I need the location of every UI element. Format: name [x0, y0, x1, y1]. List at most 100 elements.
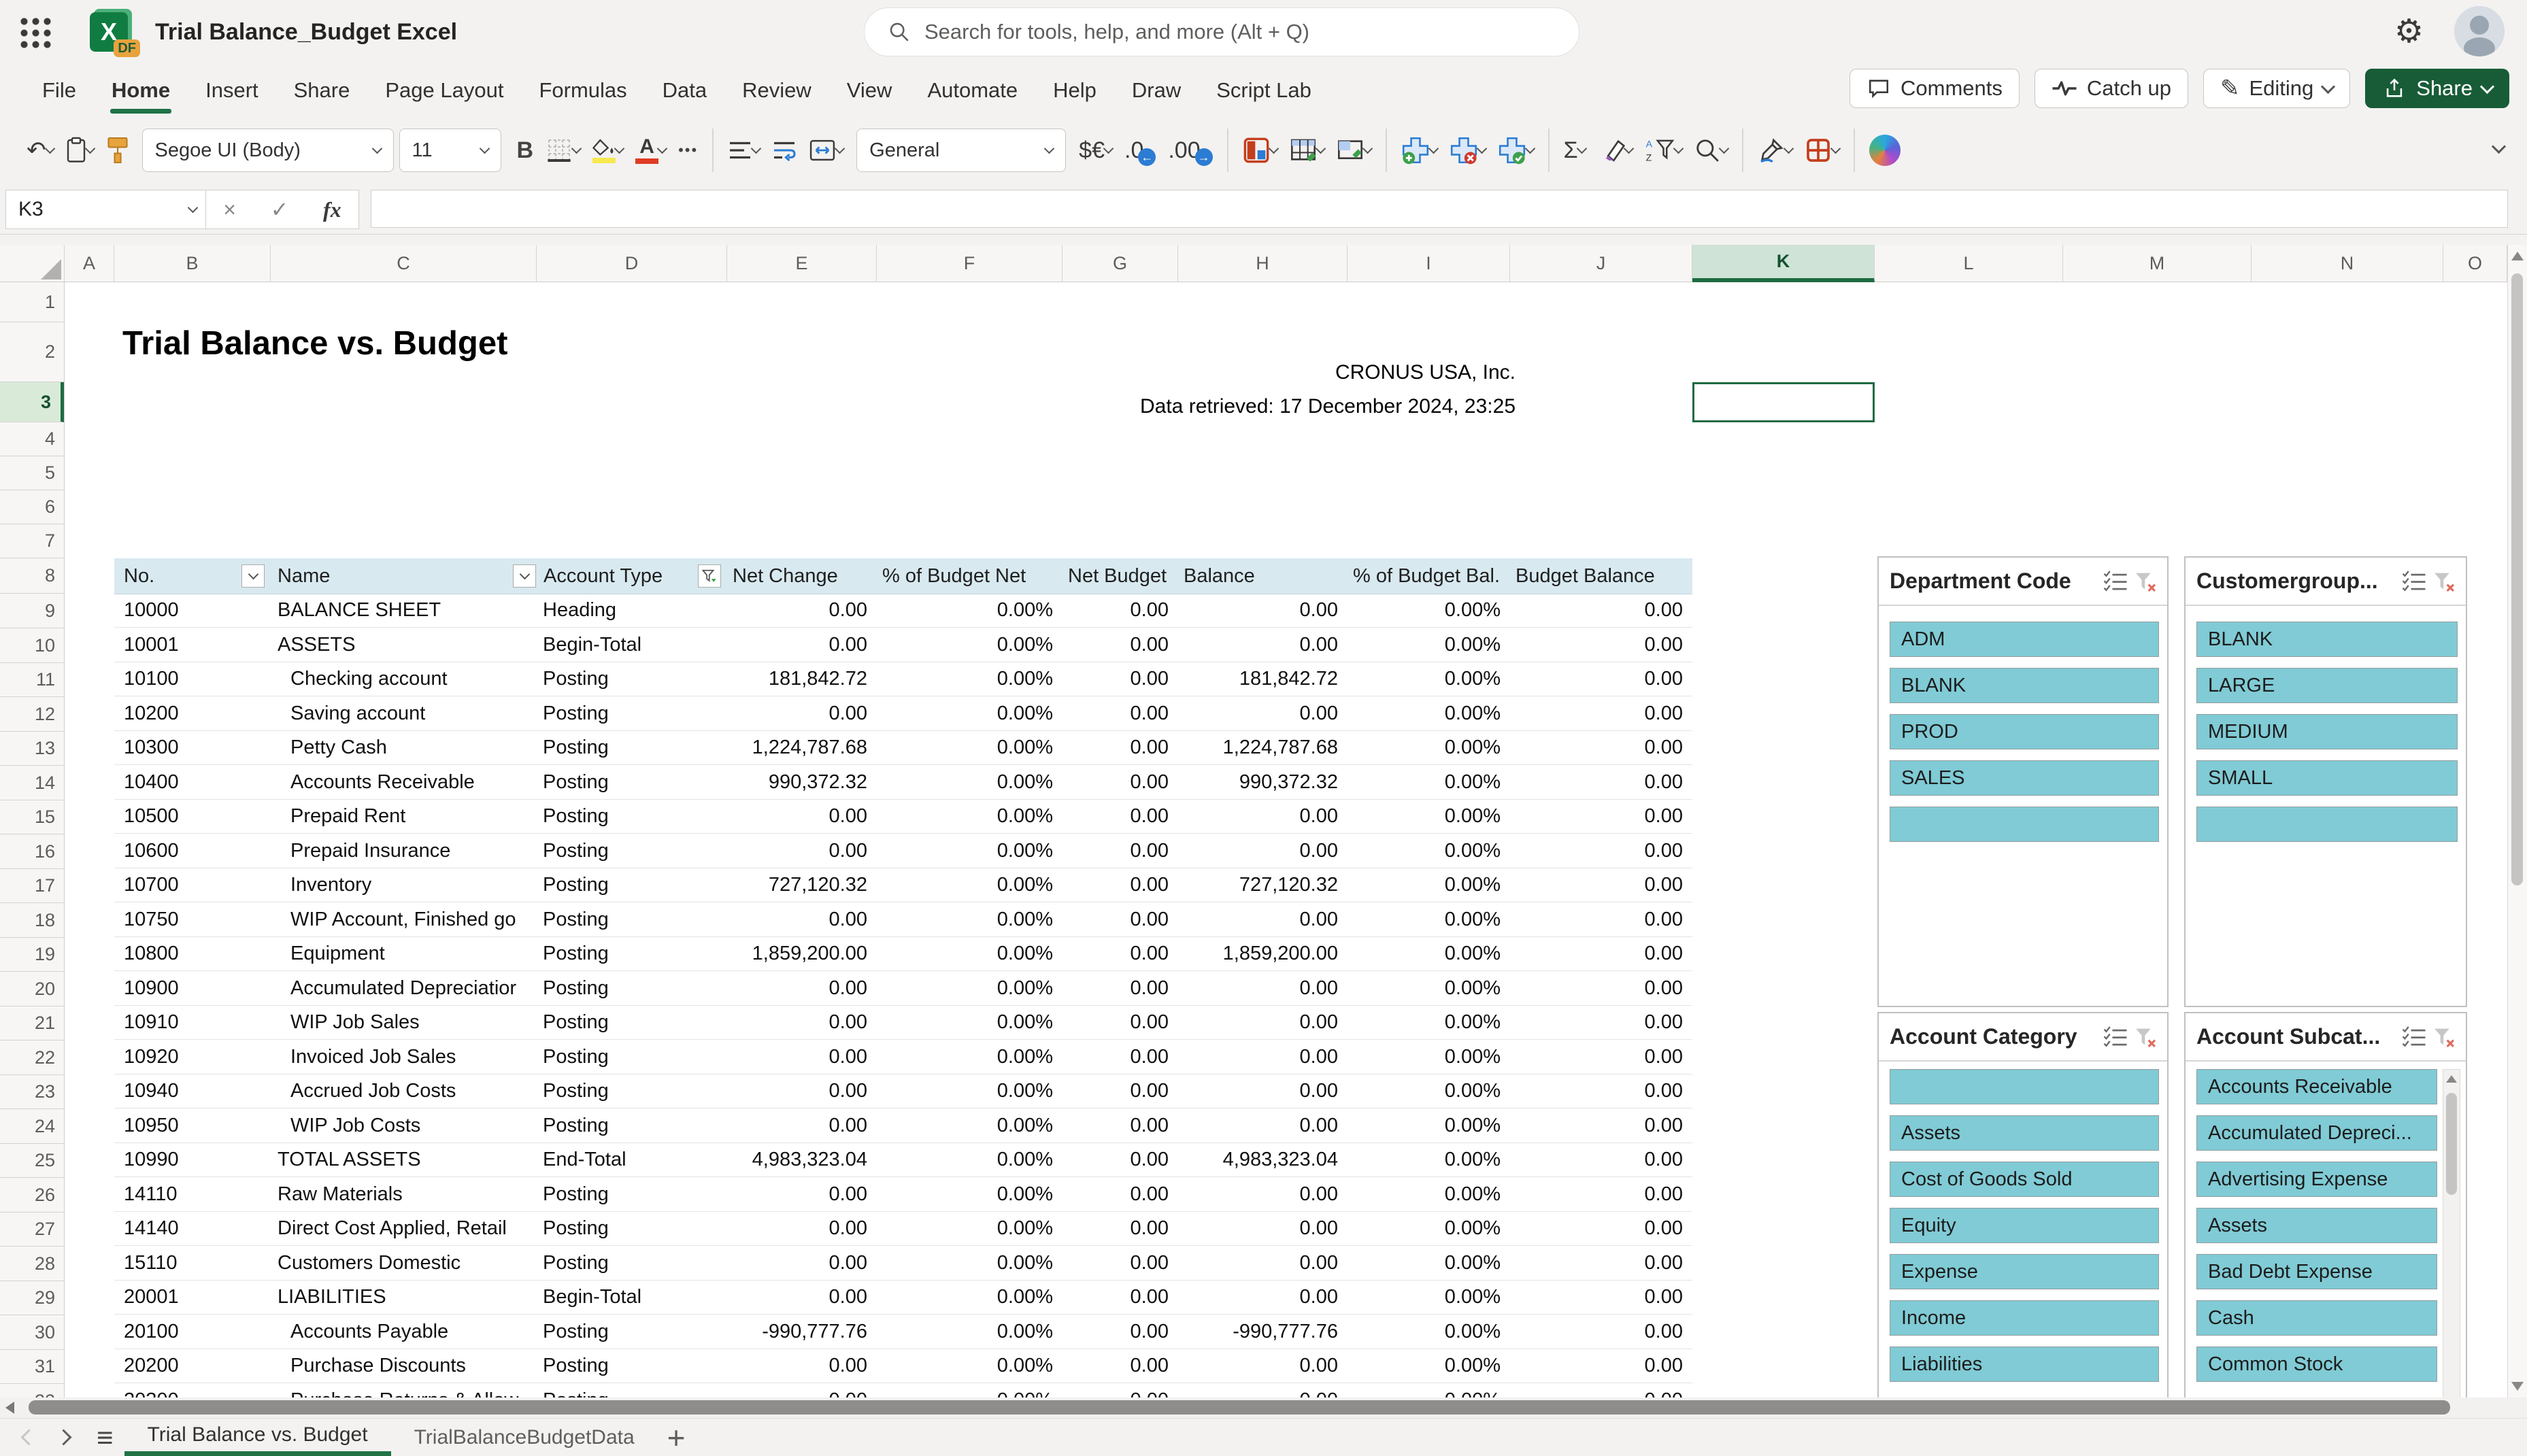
cell-balance[interactable]: 4,983,323.04 [1178, 1143, 1348, 1176]
column-header-A[interactable]: A [65, 245, 114, 282]
row-header-12[interactable]: 12 [0, 697, 64, 732]
scroll-up-icon[interactable] [2511, 252, 2524, 260]
font-color-button[interactable]: A [629, 126, 672, 174]
column-header-F[interactable]: F [877, 245, 1062, 282]
cell-net-change[interactable]: 0.00 [727, 1247, 877, 1280]
catch-up-button[interactable]: Catch up [2034, 69, 2188, 108]
sheet-tab-trial-balance-vs-budget[interactable]: Trial Balance vs. Budget [124, 1419, 391, 1456]
row-header-3[interactable]: 3 [0, 382, 64, 422]
cell-net-budget[interactable]: 0.00 [1062, 1281, 1178, 1314]
menu-tab-review[interactable]: Review [724, 69, 829, 112]
sheet-cells[interactable]: Trial Balance vs. Budget CRONUS USA, Inc… [65, 282, 2507, 1398]
cell-balance[interactable]: 181,842.72 [1178, 662, 1348, 696]
menu-tab-help[interactable]: Help [1035, 69, 1114, 112]
slicer-scroll-thumb[interactable] [2446, 1093, 2457, 1195]
slicer-item-blank[interactable] [2196, 807, 2458, 842]
cell-budget-balance[interactable]: 0.00 [1510, 1040, 1692, 1074]
menu-tab-page-layout[interactable]: Page Layout [367, 69, 521, 112]
cell-pct-of-budget-bal[interactable]: 0.00% [1348, 834, 1510, 868]
column-header-L[interactable]: L [1875, 245, 2063, 282]
cell-account-type[interactable]: Posting [537, 1247, 727, 1280]
cell-name[interactable]: WIP Account, Finished go [271, 903, 537, 936]
cell-pct-of-budget-net[interactable]: 0.00% [877, 800, 1062, 833]
cell-budget-balance[interactable]: 0.00 [1510, 937, 1692, 970]
column-header-J[interactable]: J [1510, 245, 1692, 282]
cell-pct-of-budget-net[interactable]: 0.00% [877, 1212, 1062, 1245]
cell-pct-of-budget-net[interactable]: 0.00% [877, 1109, 1062, 1142]
slicer-item-small[interactable]: SMALL [2196, 760, 2458, 796]
cell-balance[interactable]: 727,120.32 [1178, 868, 1348, 902]
cell-name[interactable]: Direct Cost Applied, Retail [271, 1212, 537, 1245]
menu-tab-file[interactable]: File [24, 69, 94, 112]
column-header-N[interactable]: N [2252, 245, 2443, 282]
scroll-down-icon[interactable] [2511, 1382, 2524, 1391]
cell-net-change[interactable]: 4,983,323.04 [727, 1143, 877, 1176]
cell-no[interactable]: 14140 [114, 1212, 271, 1245]
cell-balance[interactable]: 0.00 [1178, 1247, 1348, 1280]
cell-pct-of-budget-bal[interactable]: 0.00% [1348, 697, 1510, 730]
row-header-29[interactable]: 29 [0, 1281, 64, 1315]
merge-center-button[interactable] [803, 126, 850, 174]
cell-no[interactable]: 10750 [114, 903, 271, 936]
menu-tab-view[interactable]: View [829, 69, 910, 112]
autosum-button[interactable]: Σ [1558, 126, 1592, 174]
menu-tab-draw[interactable]: Draw [1114, 69, 1199, 112]
table-header-budget-balance[interactable]: Budget Balance [1510, 558, 1692, 594]
cell-net-budget[interactable]: 0.00 [1062, 628, 1178, 662]
row-header-25[interactable]: 25 [0, 1143, 64, 1178]
cell-net-change[interactable]: 1,859,200.00 [727, 937, 877, 970]
cell-name[interactable]: Checking account [271, 662, 537, 696]
cell-net-change[interactable]: 0.00 [727, 1109, 877, 1142]
cell-account-type[interactable]: Posting [537, 662, 727, 696]
column-header-E[interactable]: E [727, 245, 877, 282]
cell-net-budget[interactable]: 0.00 [1062, 1178, 1178, 1211]
scroll-up-icon[interactable] [2446, 1075, 2457, 1083]
row-header-8[interactable]: 8 [0, 558, 64, 594]
cell-no[interactable]: 10920 [114, 1040, 271, 1074]
cell-no[interactable]: 10400 [114, 766, 271, 799]
row-header-24[interactable]: 24 [0, 1109, 64, 1144]
cell-budget-balance[interactable]: 0.00 [1510, 972, 1692, 1005]
horizontal-scrollbar[interactable] [0, 1398, 2527, 1418]
slicer-item-common-stock[interactable]: Common Stock [2196, 1347, 2437, 1382]
slicer-item-blank[interactable]: BLANK [2196, 622, 2458, 657]
cell-balance[interactable]: 1,224,787.68 [1178, 731, 1348, 764]
copilot-button[interactable] [1863, 126, 1907, 174]
column-header-C[interactable]: C [271, 245, 537, 282]
sheet-tab-trialbalancebudgetdata[interactable]: TrialBalanceBudgetData [391, 1419, 658, 1456]
slicer-item-equity[interactable]: Equity [1890, 1208, 2159, 1243]
cell-pct-of-budget-bal[interactable]: 0.00% [1348, 868, 1510, 902]
row-header-19[interactable]: 19 [0, 937, 64, 972]
cell-account-type[interactable]: Posting [537, 903, 727, 936]
cell-pct-of-budget-bal[interactable]: 0.00% [1348, 1315, 1510, 1349]
cell-pct-of-budget-net[interactable]: 0.00% [877, 697, 1062, 730]
cell-no[interactable]: 20200 [114, 1349, 271, 1383]
cell-net-change[interactable]: 0.00 [727, 594, 877, 627]
bold-button[interactable]: B [511, 126, 540, 174]
cell-account-type[interactable]: Posting [537, 868, 727, 902]
cell-pct-of-budget-net[interactable]: 0.00% [877, 662, 1062, 696]
cell-net-budget[interactable]: 0.00 [1062, 1109, 1178, 1142]
cell-pct-of-budget-bal[interactable]: 0.00% [1348, 903, 1510, 936]
column-header-H[interactable]: H [1178, 245, 1348, 282]
cell-pct-of-budget-bal[interactable]: 0.00% [1348, 1384, 1510, 1398]
cell-account-type[interactable]: Posting [537, 834, 727, 868]
row-header-1[interactable]: 1 [0, 282, 64, 322]
slicer-item-adm[interactable]: ADM [1890, 622, 2159, 657]
slicer-item-accounts-receivable[interactable]: Accounts Receivable [2196, 1069, 2437, 1104]
cell-net-budget[interactable]: 0.00 [1062, 1247, 1178, 1280]
row-header-10[interactable]: 10 [0, 628, 64, 663]
slicer-item-medium[interactable]: MEDIUM [2196, 714, 2458, 749]
slicer-multiselect-button[interactable] [2399, 1022, 2429, 1052]
settings-gear-icon[interactable]: ⚙ [2394, 12, 2424, 50]
slicer-item-blank[interactable]: BLANK [1890, 668, 2159, 703]
font-group-overflow-button[interactable]: ••• [672, 126, 704, 174]
row-header-2[interactable]: 2 [0, 322, 64, 382]
row-header-15[interactable]: 15 [0, 800, 64, 834]
menu-tab-home[interactable]: Home [94, 69, 188, 114]
cell-pct-of-budget-bal[interactable]: 0.00% [1348, 766, 1510, 799]
slicer-clear-filter-button[interactable] [2429, 566, 2459, 596]
cell-name[interactable]: Purchase Discounts [271, 1349, 537, 1383]
cell-name[interactable]: Raw Materials [271, 1178, 537, 1211]
menu-tab-data[interactable]: Data [645, 69, 724, 112]
